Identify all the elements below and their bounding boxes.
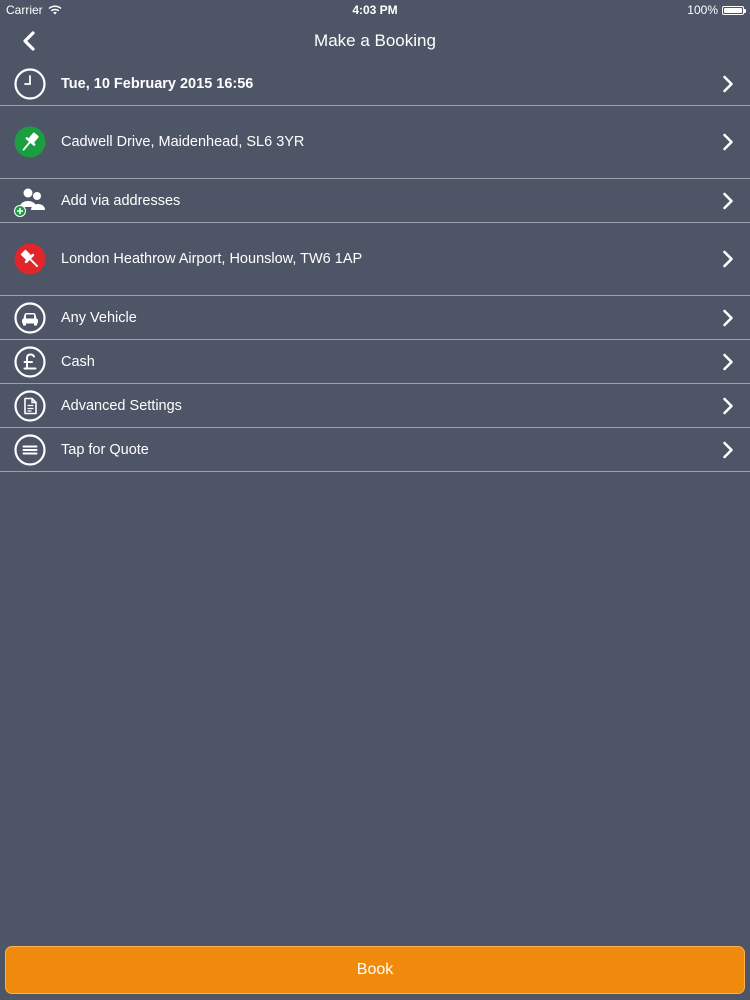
chevron-right-icon xyxy=(723,397,733,414)
book-button[interactable]: Book xyxy=(5,946,745,994)
row-label: Cash xyxy=(61,353,95,370)
chevron-right-icon xyxy=(723,75,733,92)
chevron-right-icon xyxy=(723,192,733,209)
status-time: 4:03 PM xyxy=(352,3,398,17)
booking-options-list: Tue, 10 February 2015 16:56 Cadwell Driv… xyxy=(0,62,750,472)
row-label: Advanced Settings xyxy=(61,397,182,414)
clock-icon xyxy=(14,67,46,100)
chevron-right-icon xyxy=(723,133,733,151)
pound-icon xyxy=(14,345,46,378)
row-label: Any Vehicle xyxy=(61,309,137,326)
row-label: Tap for Quote xyxy=(61,441,149,458)
row-pickup-address[interactable]: Cadwell Drive, Maidenhead, SL6 3YR xyxy=(0,106,750,179)
row-label: Cadwell Drive, Maidenhead, SL6 3YR xyxy=(61,134,305,150)
battery-icon xyxy=(722,5,746,15)
status-right: 100% xyxy=(687,3,746,17)
dropoff-pin-icon xyxy=(14,243,46,275)
battery-fill xyxy=(724,7,742,13)
row-label: Tue, 10 February 2015 16:56 xyxy=(61,75,254,92)
chevron-right-icon xyxy=(723,441,733,458)
row-quote[interactable]: Tap for Quote xyxy=(0,428,750,472)
car-icon xyxy=(14,301,46,334)
row-vehicle[interactable]: Any Vehicle xyxy=(0,296,750,340)
quote-icon xyxy=(14,433,46,466)
row-label: Add via addresses xyxy=(61,192,181,209)
nav-bar: Make a Booking xyxy=(0,20,750,62)
chevron-right-icon xyxy=(723,309,733,326)
add-people-icon xyxy=(14,188,45,217)
row-add-via-addresses[interactable]: Add via addresses xyxy=(0,179,750,223)
row-payment[interactable]: Cash xyxy=(0,340,750,384)
document-icon xyxy=(14,389,46,422)
pickup-pin-icon xyxy=(14,126,46,158)
row-dropoff-address[interactable]: London Heathrow Airport, Hounslow, TW6 1… xyxy=(0,223,750,296)
chevron-right-icon xyxy=(723,353,733,370)
status-bar: Carrier 4:03 PM 100% xyxy=(0,0,750,20)
battery-percent: 100% xyxy=(687,3,718,17)
row-advanced-settings[interactable]: Advanced Settings xyxy=(0,384,750,428)
chevron-right-icon xyxy=(723,250,733,268)
page-title: Make a Booking xyxy=(314,31,436,50)
row-pickup-time[interactable]: Tue, 10 February 2015 16:56 xyxy=(0,62,750,106)
row-label: London Heathrow Airport, Hounslow, TW6 1… xyxy=(61,251,363,267)
